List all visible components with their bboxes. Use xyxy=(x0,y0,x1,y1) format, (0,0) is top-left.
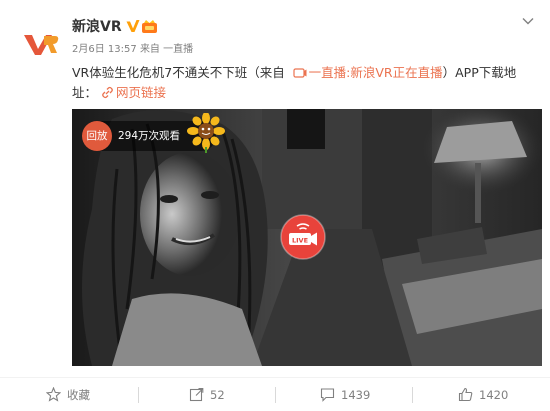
favorite-label: 收藏 xyxy=(67,388,90,402)
comment-icon xyxy=(320,388,335,402)
favorite-button[interactable]: 收藏 xyxy=(45,378,90,411)
action-bar: 收藏 52 1439 1420 xyxy=(0,377,550,411)
verified-icon[interactable] xyxy=(125,18,141,34)
post-time[interactable]: 13:57 xyxy=(108,44,137,55)
comment-count: 1439 xyxy=(341,388,371,402)
web-link[interactable]: 网页链接 xyxy=(116,85,166,100)
comment-button[interactable]: 1439 xyxy=(320,378,370,411)
repost-button[interactable]: 52 xyxy=(189,378,225,411)
divider xyxy=(412,387,413,403)
divider xyxy=(275,387,276,403)
chevron-down-icon[interactable] xyxy=(521,14,535,28)
repost-icon xyxy=(189,387,204,402)
web-link-icon xyxy=(102,86,113,99)
divider xyxy=(138,387,139,403)
user-name[interactable]: 新浪VR xyxy=(72,17,122,37)
post-text: VR体验生化危机7不通关不下班（来自 一直播:新浪VR正在直播）APP下载地 xyxy=(72,63,542,82)
like-count: 1420 xyxy=(479,388,509,402)
post-date[interactable]: 2月6日 xyxy=(72,44,105,55)
live-link-icon xyxy=(293,68,307,78)
post-source[interactable]: 来自 一直播 xyxy=(140,44,193,55)
svg-text:LIVE: LIVE xyxy=(292,237,308,245)
post-meta: 2月6日 13:57 来自 一直播 xyxy=(72,43,193,57)
live-play-icon[interactable]: LIVE xyxy=(280,214,326,260)
repost-count: 52 xyxy=(210,388,225,402)
like-button[interactable]: 1420 xyxy=(458,378,508,411)
post-text-suffix: ）APP下载地 xyxy=(442,65,517,80)
post-text-prefix: VR体验生化危机7不通关不下班（来自 xyxy=(72,65,289,80)
star-icon xyxy=(45,386,62,402)
sunflower-icon xyxy=(187,113,225,153)
view-count: 294万次观看 xyxy=(118,130,181,142)
member-crown-icon[interactable] xyxy=(141,19,158,34)
live-source-link[interactable]: 一直播:新浪VR正在直播 xyxy=(309,65,443,80)
weibo-post-card: 新浪VR 2月6日 13:57 来自 一直播 VR体验生化危机7不通关不下班（来… xyxy=(0,0,550,411)
video-player[interactable]: 294万次观看 回放 LIVE xyxy=(72,109,542,366)
post-text-line2: 址： 网页链接 xyxy=(72,83,166,102)
user-avatar[interactable] xyxy=(21,23,61,63)
replay-badge[interactable]: 回放 xyxy=(82,121,112,151)
address-label: 址： xyxy=(72,85,98,100)
thumbs-up-icon xyxy=(458,387,473,402)
